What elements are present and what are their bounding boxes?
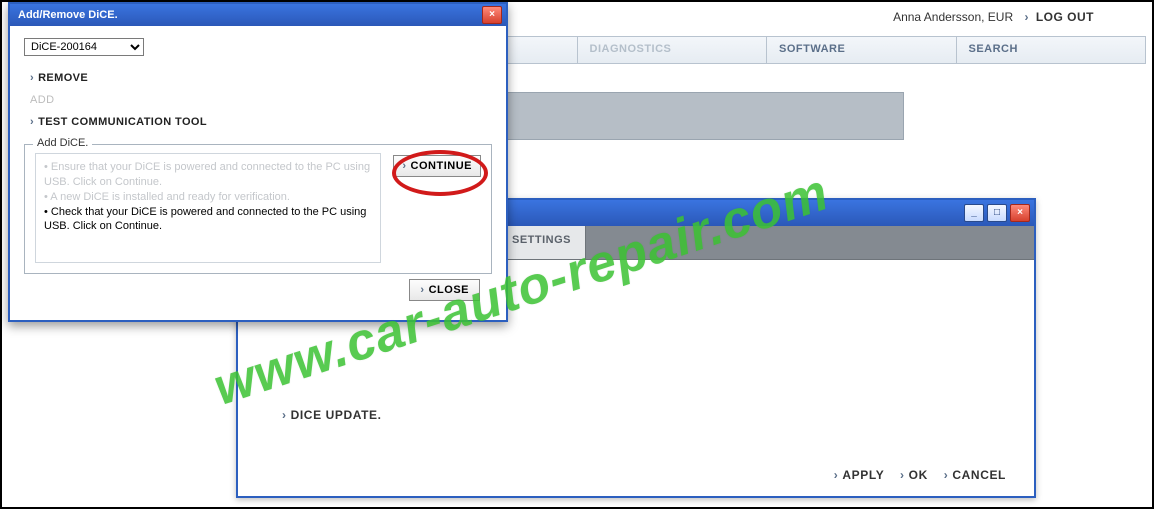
user-bar: Anna Andersson, EUR › LOG OUT: [520, 4, 1114, 32]
dialog-close-x[interactable]: ×: [482, 6, 502, 24]
dialog-titlebar: Add/Remove DiCE. ×: [10, 4, 506, 26]
inner-bottom-buttons: ›APPLY ›OK ›CANCEL: [822, 468, 1006, 482]
continue-label: CONTINUE: [411, 160, 472, 172]
dice-update-link[interactable]: › DICE UPDATE.: [282, 408, 382, 422]
tab-search[interactable]: SEARCH: [957, 37, 1146, 63]
close-button[interactable]: › CLOSE: [409, 279, 480, 301]
instruction-step-3: • Check that your DiCE is powered and co…: [44, 205, 372, 235]
tab-software[interactable]: SOFTWARE: [767, 37, 957, 63]
remove-action[interactable]: › REMOVE: [30, 72, 492, 84]
remove-label: REMOVE: [38, 72, 88, 84]
instruction-frame: • Ensure that your DiCE is powered and c…: [35, 153, 381, 263]
chevron-right-icon: ›: [900, 468, 905, 482]
tab-diagnostics[interactable]: DIAGNOSTICS: [578, 37, 768, 63]
chevron-right-icon: ›: [944, 468, 949, 482]
user-name: Anna Andersson, EUR: [893, 10, 1013, 24]
add-dice-fieldset: Add DiCE. • Ensure that your DiCE is pow…: [24, 144, 492, 274]
dialog-title: Add/Remove DiCE.: [18, 9, 479, 21]
chevron-right-icon: ›: [30, 72, 34, 84]
action-list: › REMOVE ADD › TEST COMMUNICATION TOOL: [30, 72, 492, 128]
instruction-step-2: • A new DiCE is installed and ready for …: [44, 190, 372, 205]
maximize-button[interactable]: □: [987, 204, 1007, 222]
add-remove-dice-dialog: Add/Remove DiCE. × DiCE-200164 › REMOVE A…: [8, 2, 508, 322]
chevron-right-icon: ›: [30, 116, 34, 128]
minimize-button[interactable]: _: [964, 204, 984, 222]
continue-button[interactable]: › CONTINUE: [393, 155, 481, 177]
close-label: CLOSE: [429, 284, 469, 296]
chevron-right-icon: ›: [420, 284, 424, 296]
close-window-button[interactable]: ×: [1010, 204, 1030, 222]
dialog-footer: › CLOSE: [24, 274, 492, 308]
test-tool-label: TEST COMMUNICATION TOOL: [38, 116, 207, 128]
chevron-right-icon: ›: [834, 468, 839, 482]
dialog-body: DiCE-200164 › REMOVE ADD › TEST COMMUNICAT…: [10, 26, 506, 320]
tab-settings[interactable]: SETTINGS: [498, 226, 586, 259]
dice-update-label: DICE UPDATE.: [291, 408, 382, 422]
fieldset-legend: Add DiCE.: [33, 137, 92, 149]
add-action: ADD: [30, 94, 492, 106]
dice-select[interactable]: DiCE-200164: [24, 38, 144, 56]
test-communication-action[interactable]: › TEST COMMUNICATION TOOL: [30, 116, 492, 128]
add-label: ADD: [30, 94, 54, 106]
chevron-right-icon: ›: [282, 408, 287, 422]
logout-link[interactable]: LOG OUT: [1036, 10, 1094, 24]
chevron-right-icon: ›: [402, 160, 406, 172]
cancel-button[interactable]: CANCEL: [952, 468, 1006, 482]
apply-button[interactable]: APPLY: [842, 468, 884, 482]
chevron-right-icon: ›: [1024, 10, 1028, 24]
ok-button[interactable]: OK: [909, 468, 928, 482]
instruction-step-1: • Ensure that your DiCE is powered and c…: [44, 160, 372, 190]
